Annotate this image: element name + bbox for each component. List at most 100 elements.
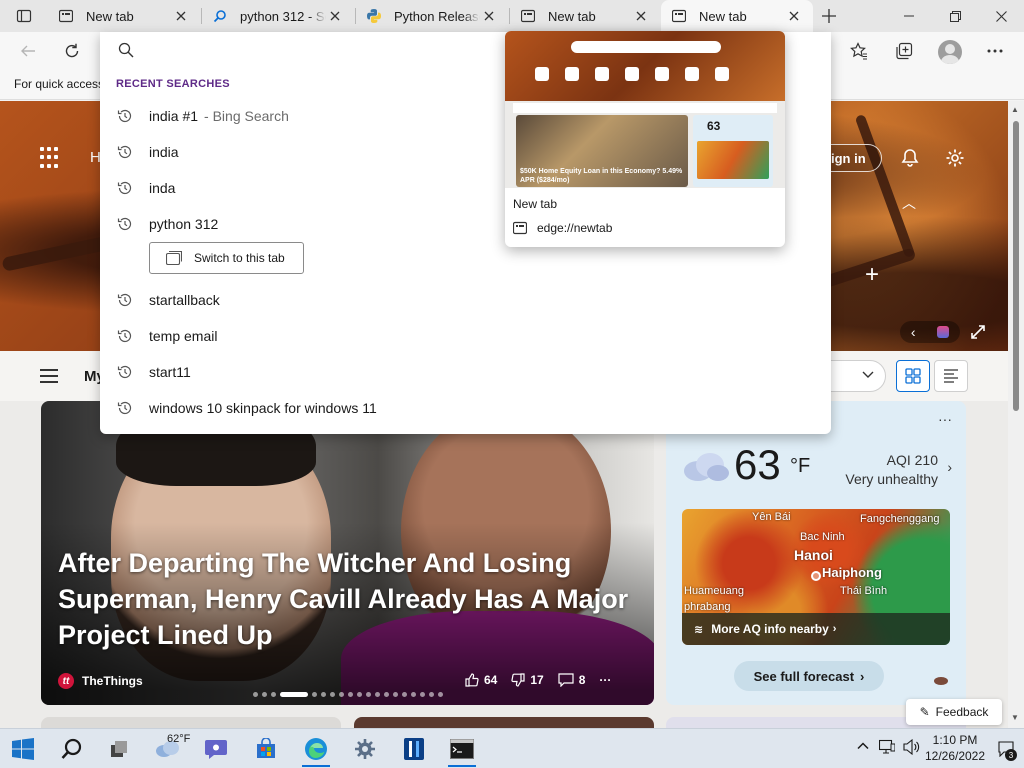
carousel-dot[interactable] — [253, 692, 258, 697]
scroll-down-icon[interactable]: ▼ — [1011, 713, 1019, 722]
taskbar-search-button[interactable] — [50, 729, 94, 768]
more-aq-link[interactable]: ≋ More AQ info nearby › — [682, 613, 950, 645]
article-headline[interactable]: After Departing The Witcher And Losing S… — [58, 545, 648, 653]
chevron-right-icon: › — [860, 668, 865, 684]
settings-more-button[interactable] — [980, 36, 1010, 66]
tab-title: New tab — [86, 8, 134, 24]
top-story-card[interactable]: After Departing The Witcher And Losing S… — [41, 401, 654, 705]
notification-center-button[interactable]: 3 — [998, 741, 1017, 761]
favorites-button[interactable] — [844, 36, 874, 66]
scrollbar-thumb[interactable] — [1013, 121, 1019, 411]
page-settings-gear-icon[interactable] — [943, 146, 967, 170]
carousel-dot[interactable] — [271, 692, 276, 697]
startallback-app-button[interactable] — [392, 729, 436, 768]
network-button[interactable] — [879, 739, 895, 755]
comments-button[interactable]: 8 — [558, 673, 585, 687]
suggestion-item[interactable]: temp email — [100, 318, 831, 354]
minimize-button[interactable] — [886, 0, 932, 32]
menu-hamburger-icon[interactable] — [40, 369, 58, 383]
store-app-button[interactable] — [244, 729, 288, 768]
restore-button[interactable] — [932, 0, 978, 32]
task-view-button[interactable] — [98, 729, 142, 768]
feedback-button[interactable]: ✎ Feedback — [906, 699, 1002, 725]
close-tab-icon[interactable] — [785, 7, 803, 25]
aqi-info[interactable]: AQI 210 Very unhealthy — [845, 451, 938, 489]
carousel-dot[interactable] — [429, 692, 434, 697]
close-tab-icon[interactable] — [480, 7, 498, 25]
settings-gear-icon — [355, 739, 375, 759]
chevron-left-icon[interactable]: ‹ — [911, 324, 916, 340]
scroll-up-icon[interactable]: ▲ — [1011, 105, 1019, 114]
carousel-dot[interactable] — [411, 692, 416, 697]
carousel-dot[interactable] — [366, 692, 371, 697]
refresh-button[interactable] — [57, 36, 87, 66]
address-input[interactable] — [146, 38, 506, 64]
new-tab-button[interactable] — [815, 4, 843, 28]
chevron-right-icon[interactable]: › — [947, 459, 952, 475]
close-tab-icon[interactable] — [632, 7, 650, 25]
tab-2[interactable]: python 312 - Search — [202, 0, 354, 32]
carousel-dot[interactable] — [420, 692, 425, 697]
carousel-dot[interactable] — [330, 692, 335, 697]
article-more-icon[interactable]: ··· — [599, 673, 611, 687]
volume-button[interactable] — [903, 739, 921, 755]
notifications-bell-icon[interactable] — [898, 146, 922, 170]
carousel-dot[interactable] — [402, 692, 407, 697]
edge-app-button[interactable] — [294, 729, 338, 768]
carousel-dot[interactable] — [262, 692, 267, 697]
apps-launcher-icon[interactable] — [40, 147, 62, 169]
chevron-up-icon[interactable]: ︿ — [902, 193, 916, 213]
weather-card[interactable]: ··· 63 °F AQI 210 Very unhealthy › Yên B… — [666, 401, 966, 705]
back-button[interactable] — [13, 36, 43, 66]
weather-unit[interactable]: °F — [790, 455, 810, 478]
suggestion-item[interactable]: start11 — [100, 354, 831, 390]
show-hidden-icons-button[interactable] — [856, 739, 870, 753]
terminal-app-button[interactable] — [440, 729, 484, 768]
speaker-icon — [903, 739, 920, 755]
start-button[interactable] — [1, 729, 45, 768]
aqi-map[interactable]: Yên Bái Fangchenggang Bac Ninh Hanoi Hai… — [682, 509, 950, 645]
carousel-dot[interactable] — [438, 692, 443, 697]
taskbar-clock[interactable]: 1:10 PM 12/26/2022 — [920, 732, 990, 764]
suggestion-item[interactable]: startallback — [100, 282, 831, 318]
tab-5-active[interactable]: New tab — [661, 0, 813, 32]
thumbs-up-icon — [465, 673, 479, 687]
list-view-button[interactable] — [934, 360, 968, 392]
carousel-dot[interactable] — [348, 692, 353, 697]
carousel-dot[interactable] — [312, 692, 317, 697]
switch-to-tab-button[interactable]: Switch to this tab — [149, 242, 304, 274]
carousel-dot[interactable] — [321, 692, 326, 697]
bing-image-icon[interactable] — [937, 326, 950, 338]
close-tab-icon[interactable] — [326, 7, 344, 25]
carousel-dot[interactable] — [339, 692, 344, 697]
expand-background-icon[interactable] — [966, 320, 990, 344]
thumbs-down-icon — [511, 673, 525, 687]
page-scrollbar[interactable]: ▲ ▼ — [1008, 101, 1024, 728]
carousel-dot[interactable] — [375, 692, 380, 697]
tab-4[interactable]: New tab — [510, 0, 660, 32]
suggestion-item[interactable]: windows 10 skinpack for windows 11 — [100, 390, 831, 426]
history-icon — [116, 291, 134, 309]
article-source[interactable]: tt TheThings — [58, 673, 143, 689]
settings-app-button[interactable] — [343, 729, 387, 768]
like-button[interactable]: 64 — [465, 673, 497, 687]
chat-app-button[interactable] — [194, 729, 238, 768]
see-forecast-button[interactable]: See full forecast › — [734, 661, 884, 691]
carousel-dot[interactable] — [357, 692, 362, 697]
tab-hover-preview[interactable]: $50K Home Equity Loan in this Economy? 5… — [505, 31, 785, 247]
carousel-dot[interactable] — [384, 692, 389, 697]
add-shortcut-plus-icon[interactable]: + — [865, 261, 879, 289]
close-tab-icon[interactable] — [172, 7, 190, 25]
collections-button[interactable] — [889, 36, 919, 66]
dislike-button[interactable]: 17 — [511, 673, 544, 687]
grid-view-button[interactable] — [896, 360, 930, 392]
profile-avatar[interactable] — [938, 40, 962, 64]
map-label: Bac Ninh — [800, 531, 845, 543]
tab-1[interactable]: New tab — [48, 0, 200, 32]
carousel-dot[interactable] — [393, 692, 398, 697]
tab-actions-button[interactable] — [0, 0, 48, 32]
weather-more-icon[interactable]: ··· — [938, 411, 952, 427]
close-window-button[interactable] — [978, 0, 1024, 32]
carousel-dot-active[interactable] — [280, 692, 308, 697]
tab-3[interactable]: Python Release Python — [356, 0, 508, 32]
